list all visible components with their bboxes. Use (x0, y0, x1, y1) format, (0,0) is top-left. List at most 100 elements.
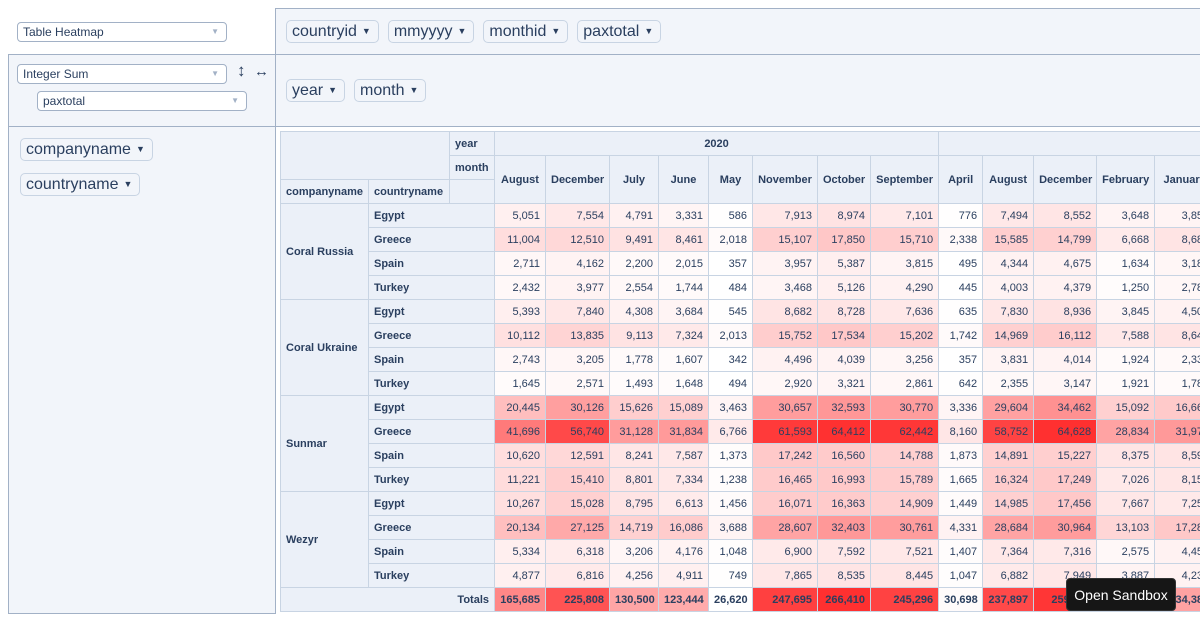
attribute-pill-countryid[interactable]: countryid ▼ (286, 20, 379, 43)
attribute-pill-countryname[interactable]: countryname ▼ (20, 173, 141, 196)
attribute-label: companyname (26, 141, 131, 158)
row-attributes-list: companyname ▼ countryname ▼ (20, 138, 162, 208)
value-cell: 7,636 (869, 299, 940, 324)
renderer-select[interactable]: Table Heatmap ▼ (17, 22, 227, 42)
value-cell: 16,993 (817, 467, 871, 492)
value-cell: 2,338 (938, 227, 984, 252)
attribute-label: monthid (489, 23, 547, 40)
value-cell: 3,957 (752, 251, 818, 276)
attribute-label: month (360, 82, 405, 99)
value-cell: 8,241 (609, 443, 659, 468)
attribute-label: paxtotal (583, 23, 640, 40)
total-cell: 165,685 (494, 587, 546, 612)
chevron-down-icon: ▼ (211, 69, 219, 78)
value-cell: 10,112 (494, 323, 546, 348)
attribute-pill-month[interactable]: month ▼ (354, 79, 427, 102)
row-header-country: Egypt (368, 203, 495, 228)
chevron-down-icon: ▼ (231, 96, 239, 105)
col-header-month: May (708, 155, 753, 204)
value-cell: 30,964 (1033, 515, 1098, 540)
row-header-country: Turkey (368, 371, 495, 396)
col-order-toggle-icon[interactable]: ↔ (254, 63, 269, 80)
value-cell: 2,432 (494, 275, 546, 300)
value-cell: 776 (938, 203, 984, 228)
row-header-company: Sunmar (280, 395, 369, 492)
attribute-pill-mmyyyy[interactable]: mmyyyy ▼ (387, 20, 475, 43)
value-cell: 3,331 (658, 203, 709, 228)
value-cell: 1,456 (708, 491, 753, 516)
value-cell: 3,845 (1096, 299, 1156, 324)
value-cell: 14,799 (1033, 227, 1098, 252)
value-cell: 30,761 (869, 515, 940, 540)
column-attributes-list: year ▼ month ▼ (286, 79, 435, 102)
value-cell: 32,593 (817, 395, 871, 420)
value-cell: 1,238 (708, 467, 753, 492)
value-cell: 2,355 (982, 371, 1035, 396)
value-cell: 6,882 (982, 563, 1035, 588)
value-cell: 1,607 (658, 347, 709, 372)
value-cell: 3,815 (869, 251, 940, 276)
triangle-down-icon[interactable]: ▼ (124, 179, 133, 189)
value-cell: 7,026 (1096, 467, 1156, 492)
row-attr-label-company: companyname (280, 179, 369, 204)
value-cell: 8,974 (817, 203, 871, 228)
row-header-company: Coral Russia (280, 203, 369, 300)
total-cell: 30,698 (938, 587, 984, 612)
row-header-country: Greece (368, 323, 495, 348)
triangle-down-icon[interactable]: ▼ (328, 85, 337, 95)
value-cell: 12,510 (545, 227, 610, 252)
row-header-country: Spain (368, 347, 495, 372)
total-cell: 266,410 (817, 587, 871, 612)
value-cell: 5,334 (494, 539, 546, 564)
value-cell: 5,051 (494, 203, 546, 228)
value-cell: 20,445 (494, 395, 546, 420)
value-cell: 3,188 (1154, 251, 1200, 276)
triangle-down-icon[interactable]: ▼ (458, 26, 467, 36)
col-header-month: July (609, 155, 659, 204)
value-cell: 29,604 (982, 395, 1035, 420)
triangle-down-icon[interactable]: ▼ (362, 26, 371, 36)
row-header-company: Coral Ukraine (280, 299, 369, 396)
value-cell: 7,830 (982, 299, 1035, 324)
value-cell: 14,985 (982, 491, 1035, 516)
value-cell: 20,134 (494, 515, 546, 540)
value-cell: 4,039 (817, 347, 871, 372)
value-cell: 15,092 (1096, 395, 1156, 420)
triangle-down-icon[interactable]: ▼ (551, 26, 560, 36)
value-cell: 2,920 (752, 371, 818, 396)
value-cell: 16,662 (1154, 395, 1200, 420)
value-cell: 1,250 (1096, 275, 1156, 300)
triangle-down-icon[interactable]: ▼ (136, 144, 145, 154)
attribute-pill-year[interactable]: year ▼ (286, 79, 346, 102)
value-cell: 4,176 (658, 539, 709, 564)
value-cell: 4,457 (1154, 539, 1200, 564)
open-sandbox-button[interactable]: Open Sandbox (1066, 578, 1176, 611)
triangle-down-icon[interactable]: ▼ (410, 85, 419, 95)
value-cell: 15,227 (1033, 443, 1098, 468)
value-cell: 14,788 (869, 443, 940, 468)
triangle-down-icon[interactable]: ▼ (644, 26, 653, 36)
value-cell: 8,795 (609, 491, 659, 516)
value-cell: 3,463 (708, 395, 753, 420)
value-cell: 7,587 (658, 443, 709, 468)
value-cell: 15,089 (658, 395, 709, 420)
table-row: Spain 10,620 12,591 8,241 7,587 1,373 17,242 16… (281, 443, 1200, 468)
attribute-pill-paxtotal[interactable]: paxtotal ▼ (577, 20, 662, 43)
aggregator-select[interactable]: Integer Sum ▼ (17, 64, 227, 84)
attribute-pill-companyname[interactable]: companyname ▼ (20, 138, 153, 161)
table-row: Coral Ukraine Egypt 5,393 7,840 4,308 3,684 54… (280, 299, 1200, 396)
col-header-month: November (752, 155, 818, 204)
attribute-pill-monthid[interactable]: monthid ▼ (483, 20, 569, 43)
value-cell: 5,393 (494, 299, 546, 324)
value-cell: 15,107 (752, 227, 818, 252)
value-cell: 27,125 (545, 515, 610, 540)
value-cell: 3,831 (982, 347, 1035, 372)
value-cell: 1,742 (938, 323, 984, 348)
row-order-toggle-icon[interactable]: ↕ (237, 61, 246, 81)
value-cell: 17,456 (1033, 491, 1098, 516)
row-header-country: Egypt (368, 299, 495, 324)
value-cell: 41,696 (494, 419, 546, 444)
table-row: Spain 2,711 4,162 2,200 2,015 357 3,957 5,387 3,… (281, 251, 1200, 276)
table-row: Spain 2,743 3,205 1,778 1,607 342 4,496 4,039 3,… (281, 347, 1200, 372)
aggregator-attribute-select[interactable]: paxtotal ▼ (37, 91, 247, 111)
